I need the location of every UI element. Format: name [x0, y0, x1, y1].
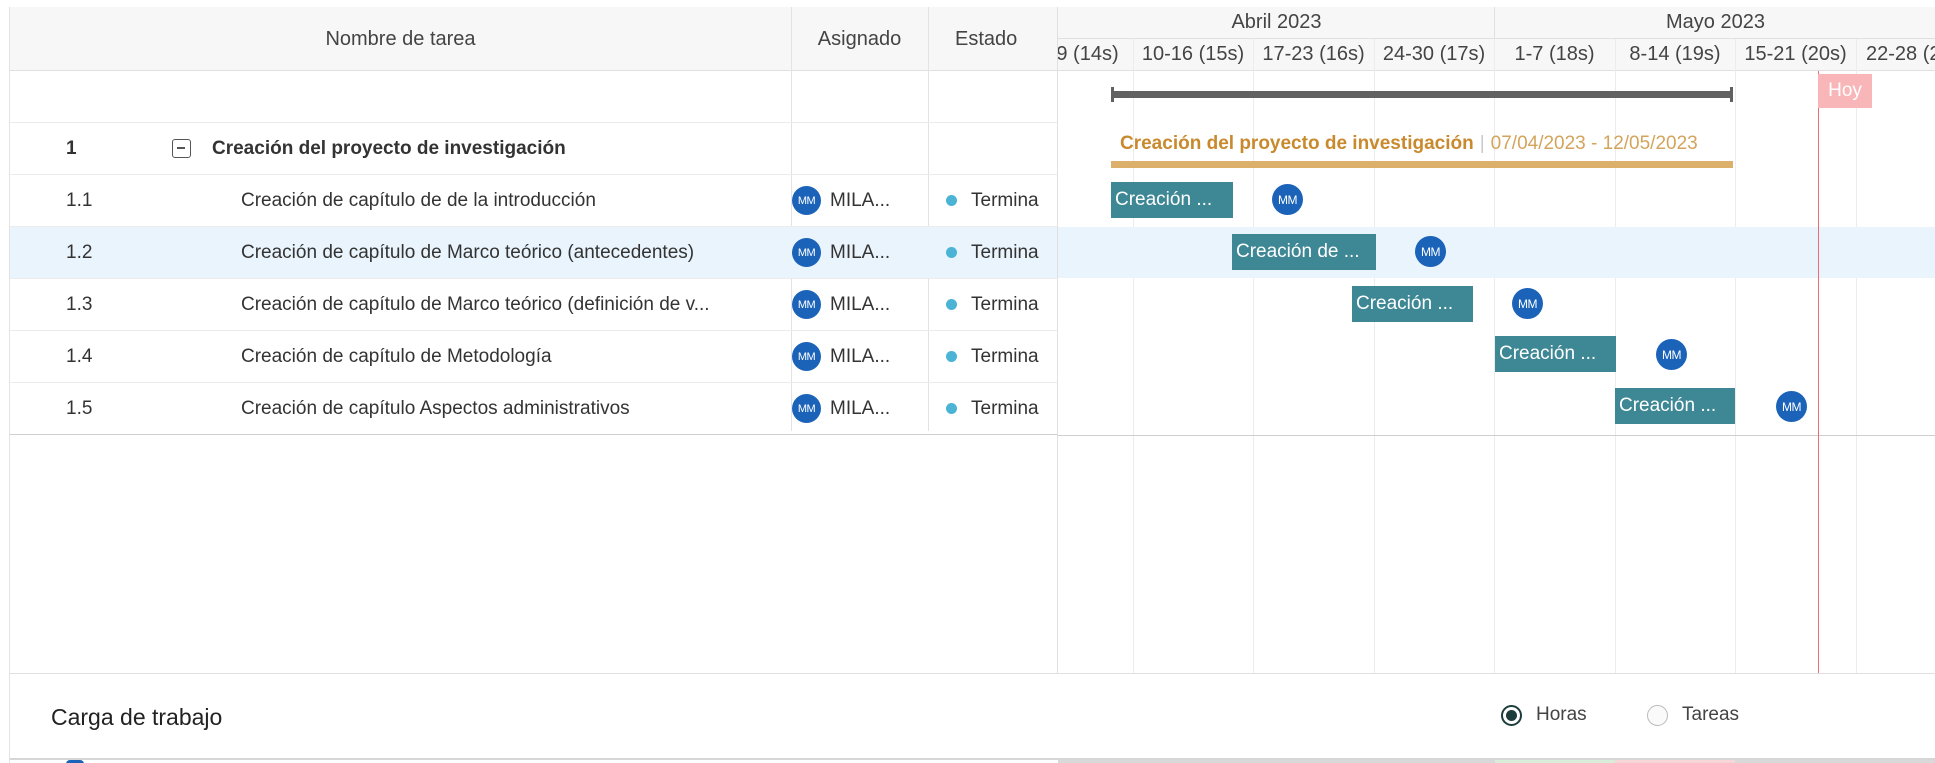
week-gridline: [1735, 39, 1736, 673]
assignee-cell[interactable]: MM MILA...: [792, 175, 922, 226]
task-name[interactable]: Creación del proyecto de investigación: [212, 123, 782, 174]
status-dot-icon: [946, 351, 957, 362]
status-text: Termina: [971, 241, 1039, 263]
table-row[interactable]: 1.2 Creación de capítulo de Marco teóric…: [10, 227, 1058, 279]
workload-title: Carga de trabajo: [51, 704, 223, 730]
assignee-cell[interactable]: MM MILA...: [792, 383, 922, 434]
status-cell[interactable]: Termina: [946, 175, 1056, 226]
today-line: [1818, 71, 1819, 673]
status-dot-icon: [946, 403, 957, 414]
week-header: 10-16 (15s): [1133, 39, 1253, 71]
column-header-assignee[interactable]: Asignado: [791, 7, 928, 71]
status-cell[interactable]: Termina: [946, 331, 1056, 382]
row-number: 1.1: [66, 189, 93, 211]
assignee-name: MILA...: [830, 397, 891, 419]
summary-title: Creación del proyecto de investigación: [1120, 133, 1474, 154]
summary-bar[interactable]: [1111, 161, 1733, 168]
week-header: 17-23 (16s): [1253, 39, 1374, 71]
workload-panel: Carga de trabajo Horas Tareas: [9, 673, 1935, 763]
project-bar-end-cap: [1730, 87, 1733, 102]
status-dot-icon: [946, 247, 957, 258]
table-row[interactable]: 1.1 Creación de capítulo de de la introd…: [10, 175, 1058, 227]
status-text: Termina: [971, 397, 1039, 419]
avatar: MM: [792, 290, 821, 319]
status-text: Termina: [971, 189, 1039, 211]
radio-selected-icon[interactable]: [1501, 704, 1522, 726]
week-header: 24-30 (17s): [1374, 39, 1494, 71]
task-bar-avatar: MM: [1512, 288, 1543, 319]
avatar: MM: [792, 342, 821, 371]
row-number: 1.5: [66, 397, 93, 419]
row-divider: [1058, 435, 1935, 436]
status-text: Termina: [971, 345, 1039, 367]
task-name[interactable]: Creación de capítulo de Metodología: [241, 331, 781, 382]
row-number: 1: [66, 137, 77, 159]
blank-row: [10, 71, 1058, 123]
task-bar[interactable]: Creación ...: [1352, 286, 1473, 322]
table-row[interactable]: 1 Creación del proyecto de investigación: [10, 123, 1058, 175]
assignee-name: MILA...: [830, 241, 891, 263]
status-text: Termina: [971, 293, 1039, 315]
week-header: 9 (14s): [1058, 39, 1133, 71]
project-bar[interactable]: [1111, 91, 1733, 98]
avatar: MM: [792, 394, 821, 423]
week-header: 1-7 (18s): [1494, 39, 1615, 71]
week-header: 8-14 (19s): [1615, 39, 1735, 71]
grid-header: Nombre de tarea Asignado Estado: [10, 7, 1058, 71]
status-dot-icon: [946, 299, 957, 310]
row-number: 1.3: [66, 293, 93, 315]
assignee-cell[interactable]: MM MILA...: [792, 331, 922, 382]
summary-label: Creación del proyecto de investigación | 0…: [1120, 133, 1698, 155]
collapse-icon[interactable]: [172, 139, 191, 158]
week-header: 15-21 (20s): [1735, 39, 1856, 71]
table-row[interactable]: 1.4 Creación de capítulo de Metodología …: [10, 331, 1058, 383]
today-badge: Hoy: [1818, 74, 1872, 108]
assignee-name: MILA...: [830, 293, 891, 315]
avatar: MM: [792, 238, 821, 267]
row-number: 1.2: [66, 241, 93, 263]
assignee-name: MILA...: [830, 189, 891, 211]
radio-hours-label[interactable]: Horas: [1536, 704, 1587, 726]
radio-tasks[interactable]: Tareas: [1647, 704, 1739, 726]
status-cell[interactable]: Termina: [946, 383, 1056, 434]
task-bar[interactable]: Creación de ...: [1232, 234, 1376, 270]
status-cell[interactable]: Termina: [946, 227, 1056, 278]
column-header-status[interactable]: Estado: [928, 7, 1058, 71]
gantt-timeline[interactable]: Abril 2023 Mayo 2023 9 (14s) 10-16 (15s)…: [1057, 7, 1935, 673]
task-bar-avatar: MM: [1415, 236, 1446, 267]
radio-unselected-icon[interactable]: [1647, 704, 1668, 726]
task-bar[interactable]: Creación ...: [1111, 182, 1233, 218]
task-name[interactable]: Creación de capítulo Aspectos administra…: [241, 383, 781, 434]
month-header: Abril 2023: [1058, 7, 1495, 39]
gantt-app: Nombre de tarea Asignado Estado 1 Creaci…: [9, 7, 1935, 763]
task-bar-avatar: MM: [1656, 339, 1687, 370]
table-row[interactable]: 1.5 Creación de capítulo Aspectos admini…: [10, 383, 1058, 435]
radio-hours[interactable]: Horas: [1501, 704, 1587, 726]
week-gridline: [1856, 39, 1857, 673]
avatar: MM: [792, 186, 821, 215]
task-bar[interactable]: Creación ...: [1615, 388, 1735, 424]
task-bar-avatar: MM: [1272, 184, 1303, 215]
task-name[interactable]: Creación de capítulo de Marco teórico (a…: [241, 227, 781, 278]
task-bar-avatar: MM: [1776, 391, 1807, 422]
month-divider: [1494, 7, 1495, 39]
task-name[interactable]: Creación de capítulo de Marco teórico (d…: [241, 279, 781, 330]
summary-separator: |: [1479, 133, 1485, 154]
status-cell[interactable]: Termina: [946, 279, 1056, 330]
assignee-cell[interactable]: MM MILA...: [792, 227, 922, 278]
assignee-cell[interactable]: MM MILA...: [792, 279, 922, 330]
radio-tasks-label[interactable]: Tareas: [1682, 704, 1739, 726]
task-bar[interactable]: Creación ...: [1495, 336, 1616, 372]
month-header: Mayo 2023: [1495, 7, 1935, 39]
task-grid: Nombre de tarea Asignado Estado 1 Creaci…: [9, 7, 1058, 673]
row-number: 1.4: [66, 345, 93, 367]
status-dot-icon: [946, 195, 957, 206]
week-header: 22-28 (2: [1856, 39, 1935, 71]
assignee-name: MILA...: [830, 345, 891, 367]
summary-dates: 07/04/2023 - 12/05/2023: [1490, 133, 1698, 154]
column-header-task-name[interactable]: Nombre de tarea: [10, 7, 791, 71]
table-row[interactable]: 1.3 Creación de capítulo de Marco teóric…: [10, 279, 1058, 331]
selected-row-highlight: [1058, 227, 1935, 278]
task-name[interactable]: Creación de capítulo de de la introducci…: [241, 175, 781, 226]
